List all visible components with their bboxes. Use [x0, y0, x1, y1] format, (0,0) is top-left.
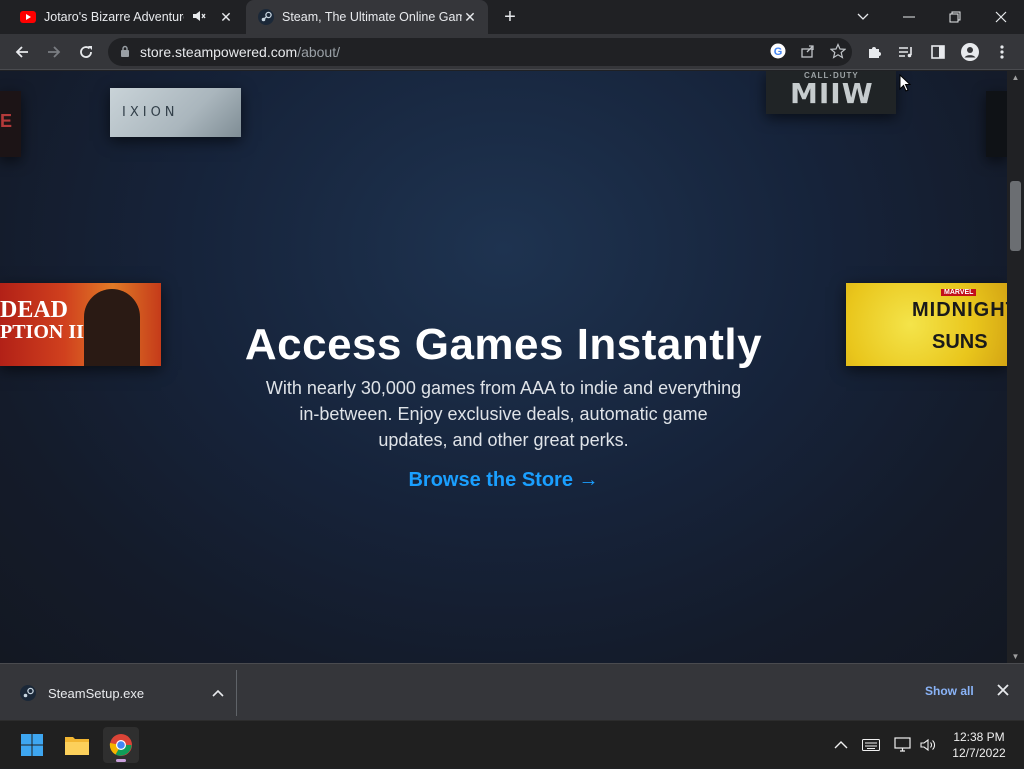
tab-steam[interactable]: Steam, The Ultimate Online Gam ✕ — [246, 0, 488, 34]
game-tile-right-edge[interactable] — [986, 91, 1007, 157]
chevron-up-icon[interactable] — [212, 686, 224, 700]
extensions-puzzle-icon[interactable] — [860, 38, 888, 66]
browse-store-link[interactable]: Browse the Store → — [408, 469, 598, 492]
close-tab-icon[interactable]: ✕ — [218, 9, 234, 25]
svg-text:G: G — [774, 46, 783, 58]
volume-icon[interactable] — [920, 721, 938, 769]
show-all-button[interactable]: Show all — [925, 684, 974, 698]
show-hidden-icons-icon[interactable] — [834, 721, 848, 769]
tab-title: Steam, The Ultimate Online Gam — [282, 10, 462, 24]
page-content: E IXION CALL·DUTY MIIW DEAD PTION II MAR… — [0, 71, 1007, 663]
youtube-icon — [20, 9, 36, 25]
clock-time: 12:38 PM — [953, 730, 1005, 744]
new-tab-button[interactable]: + — [499, 6, 521, 28]
close-tab-icon[interactable]: ✕ — [462, 9, 478, 25]
scroll-down-icon[interactable]: ▼ — [1007, 652, 1024, 661]
page-scrollbar[interactable]: ▲ ▼ — [1007, 71, 1024, 663]
tab-strip: Jotaro's Bizarre Adventures | ✕ Steam, T… — [0, 0, 1024, 34]
keyboard-icon[interactable] — [862, 721, 880, 769]
game-tile-call-of-duty[interactable]: CALL·DUTY MIIW — [766, 71, 896, 114]
speaker-muted-icon[interactable] — [192, 10, 206, 25]
url-path: /about/ — [297, 44, 341, 60]
tile-text: IXION — [122, 105, 179, 120]
tile-text: E — [0, 111, 13, 131]
side-panel-icon[interactable] — [924, 38, 952, 66]
clock[interactable]: 12:38 PM 12/7/2022 — [946, 729, 1012, 761]
close-shelf-icon[interactable] — [997, 680, 1009, 701]
tile-text: MIIW — [790, 77, 874, 110]
scroll-up-icon[interactable]: ▲ — [1007, 73, 1024, 82]
chrome-icon[interactable] — [103, 727, 139, 763]
browser-toolbar: store.steampowered.com/about/ G — [0, 34, 1024, 70]
tab-title: Jotaro's Bizarre Adventures | — [44, 10, 184, 24]
active-app-indicator — [116, 759, 126, 762]
file-explorer-icon[interactable] — [59, 727, 95, 763]
game-tile-ixion[interactable]: IXION — [110, 88, 241, 137]
reload-icon[interactable] — [72, 38, 100, 66]
bookmark-star-icon[interactable] — [829, 42, 847, 62]
media-queue-icon[interactable] — [892, 38, 920, 66]
scroll-thumb[interactable] — [1010, 181, 1021, 251]
tab-youtube[interactable]: Jotaro's Bizarre Adventures | ✕ — [8, 0, 244, 34]
profile-avatar-icon[interactable] — [956, 38, 984, 66]
clock-date: 12/7/2022 — [952, 746, 1006, 760]
mouse-cursor-icon — [899, 74, 911, 92]
google-icon[interactable]: G — [770, 43, 786, 62]
lock-icon[interactable] — [120, 45, 130, 60]
menu-kebab-icon[interactable] — [988, 38, 1016, 66]
restore-icon[interactable] — [932, 0, 978, 34]
download-filename: SteamSetup.exe — [48, 685, 145, 701]
hero-title: Access Games Instantly — [244, 320, 763, 369]
start-windows-icon[interactable] — [14, 727, 50, 763]
steam-icon — [258, 9, 274, 25]
steam-icon — [18, 683, 38, 703]
close-window-icon[interactable] — [978, 0, 1024, 34]
download-item[interactable]: SteamSetup.exe — [12, 676, 236, 710]
divider — [236, 670, 237, 716]
back-icon[interactable] — [8, 38, 36, 66]
downloads-shelf: SteamSetup.exe Show all — [0, 663, 1024, 720]
hero-section: Access Games Instantly With nearly 30,00… — [0, 319, 1007, 492]
forward-icon[interactable] — [40, 38, 68, 66]
address-bar[interactable]: store.steampowered.com/about/ G — [108, 38, 852, 66]
hero-description: With nearly 30,000 games from AAA to ind… — [265, 378, 742, 450]
minimize-icon[interactable] — [886, 0, 932, 34]
tab-search-icon[interactable] — [840, 0, 886, 34]
url-host: store.steampowered.com — [140, 44, 298, 60]
share-icon[interactable] — [800, 43, 816, 62]
tile-text: MARVEL — [941, 289, 977, 296]
network-icon[interactable] — [894, 721, 912, 769]
game-tile-left-edge[interactable]: E — [0, 91, 21, 157]
windows-taskbar: 12:38 PM 12/7/2022 — [0, 720, 1024, 768]
